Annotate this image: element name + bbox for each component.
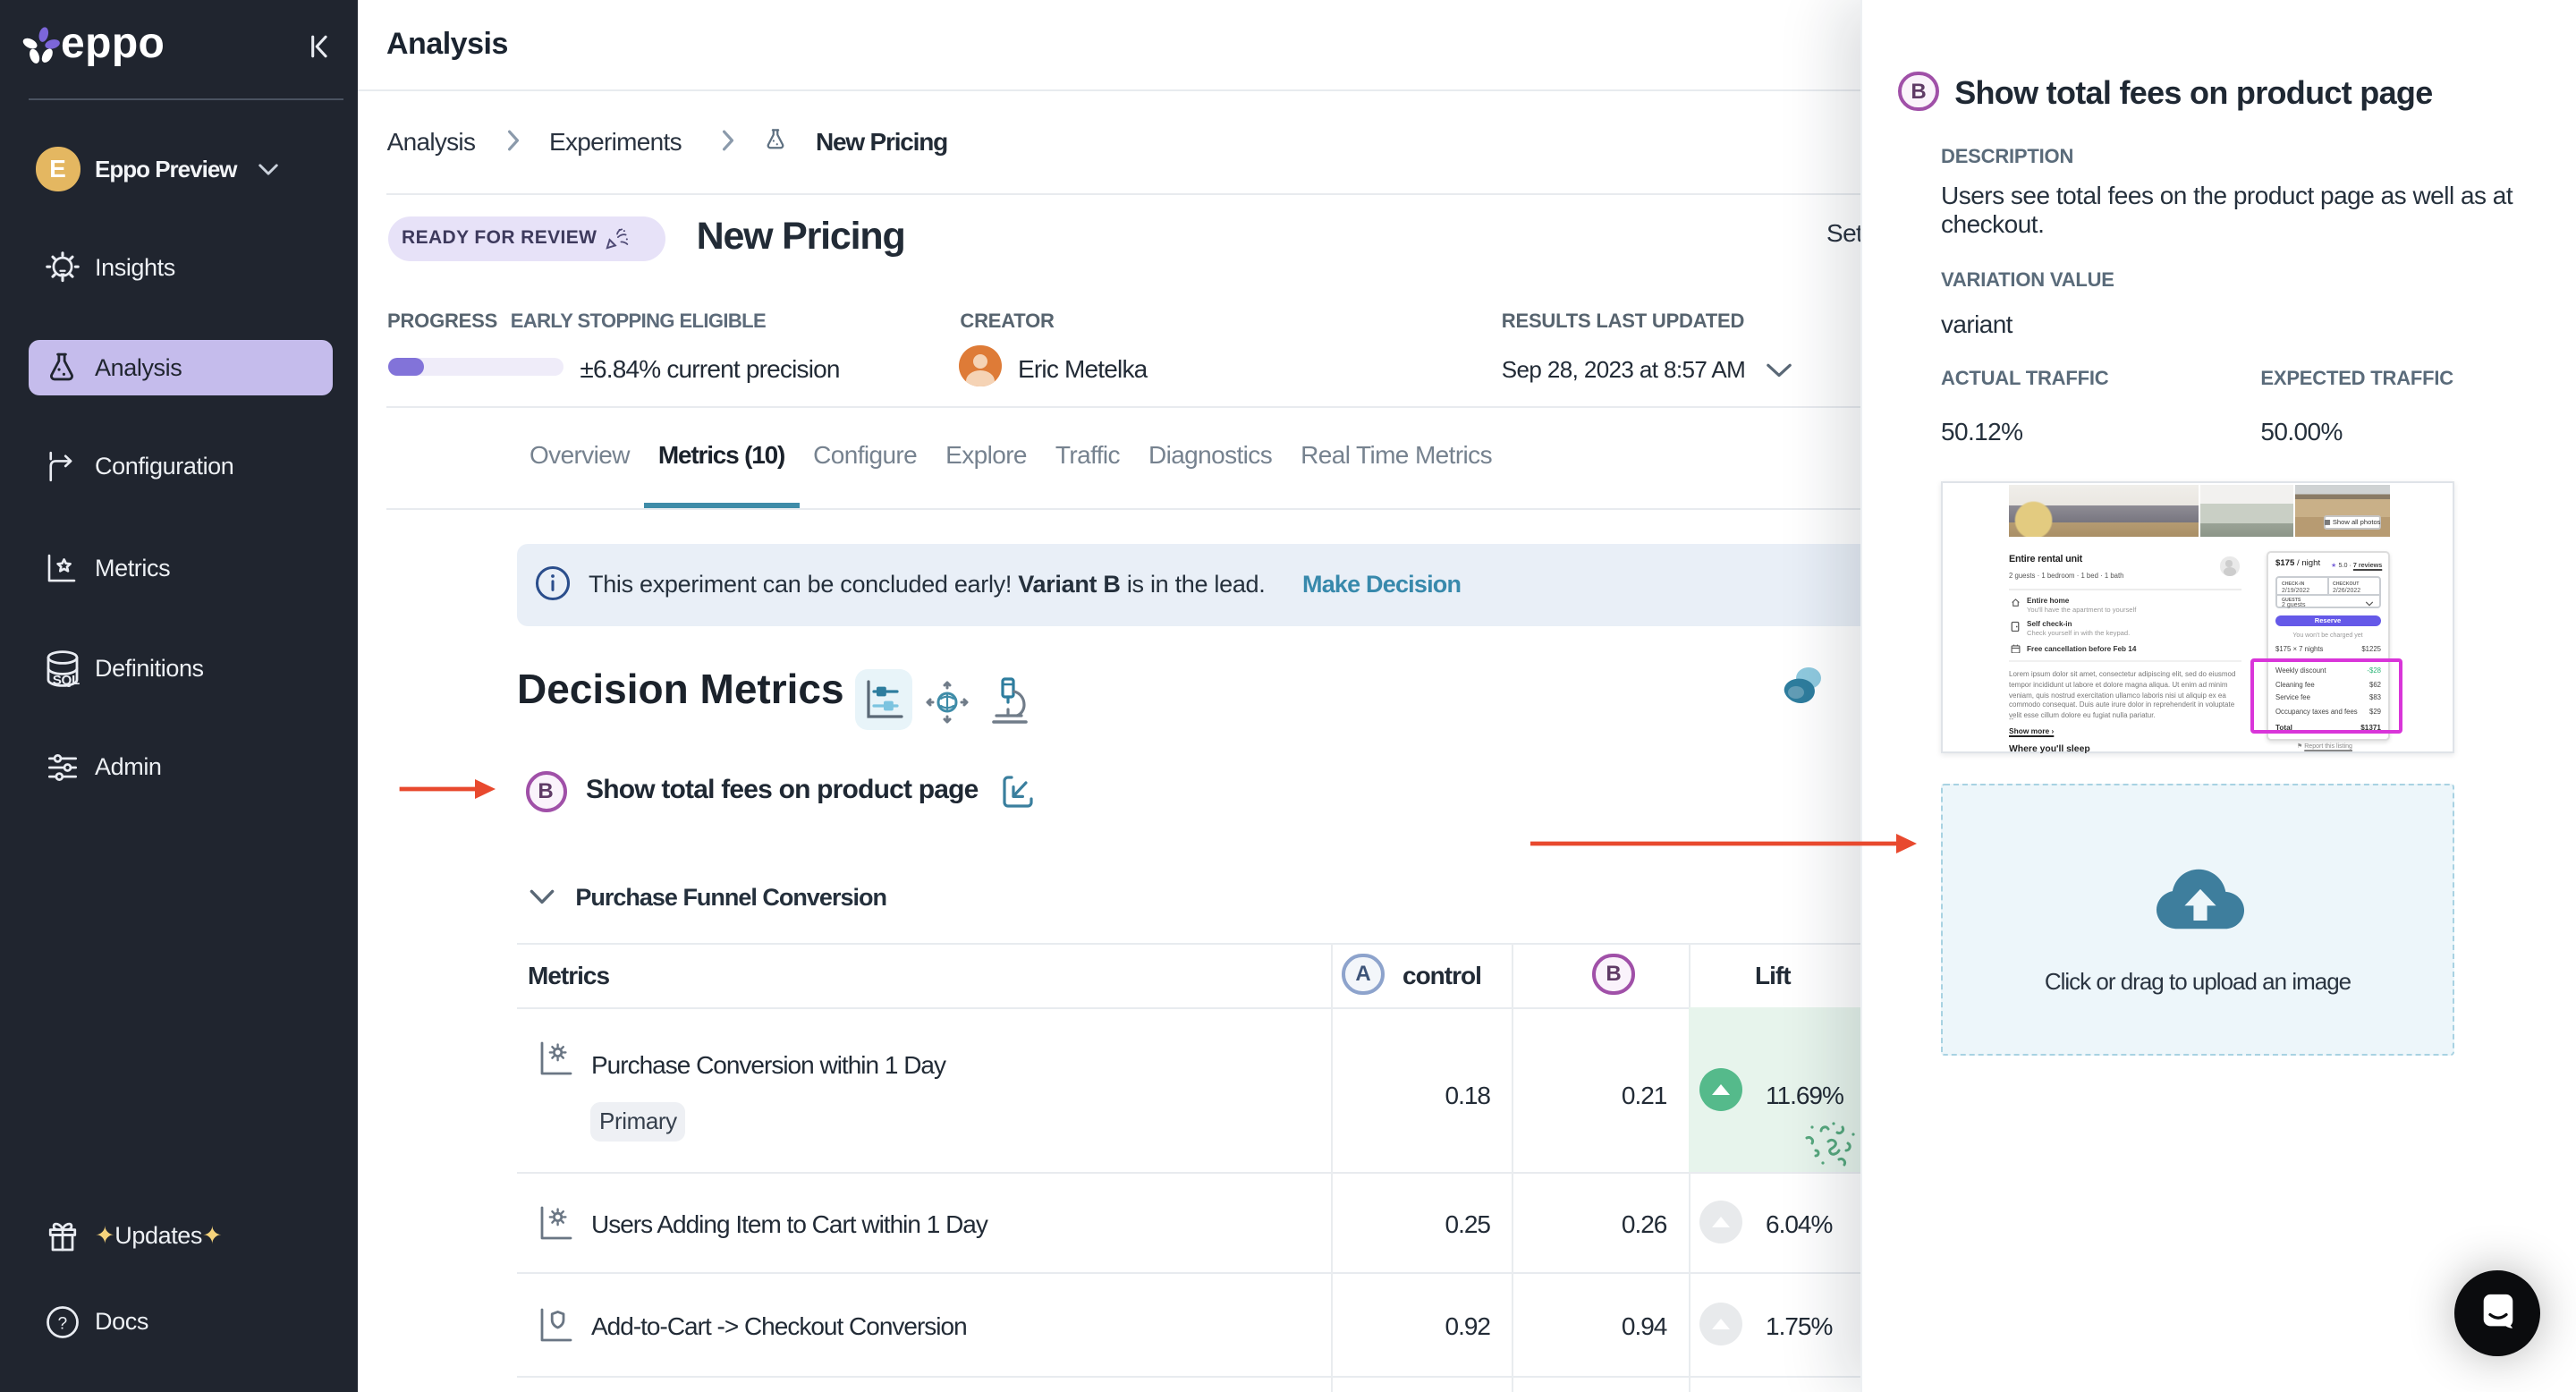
svg-text:?: ? bbox=[57, 1313, 66, 1332]
svg-text:SQL: SQL bbox=[52, 672, 79, 687]
